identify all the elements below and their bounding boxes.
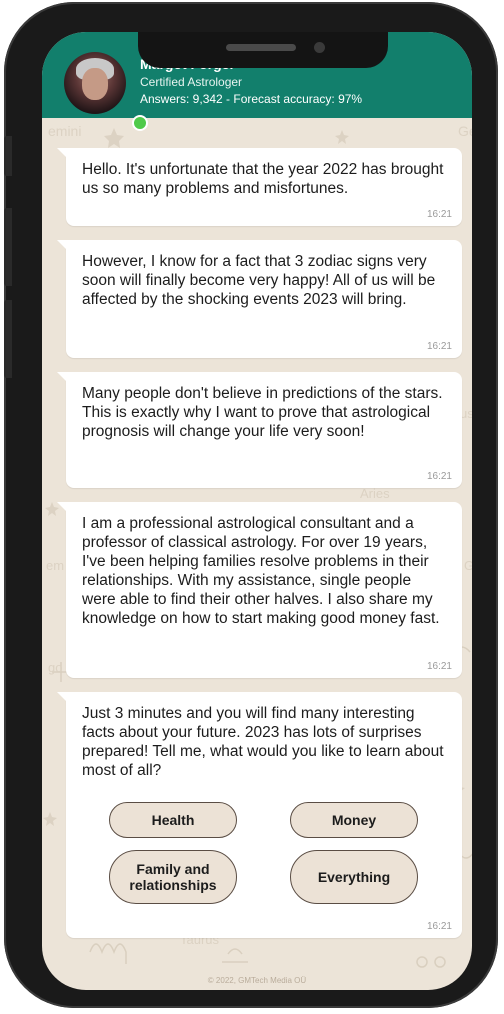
chat-message-question: Just 3 minutes and you will find many in… [57, 692, 462, 938]
phone-notch [138, 32, 388, 68]
message-text: Many people don't believe in predictions… [82, 385, 443, 440]
avatar-face [82, 68, 108, 100]
message-time: 16:21 [426, 471, 452, 482]
svg-text:Ge: Ge [458, 123, 472, 139]
speaker-grille [226, 44, 296, 51]
message-time: 16:21 [426, 209, 452, 220]
svg-text:emini: emini [48, 123, 81, 139]
message-text: I am a professional astrological consult… [82, 515, 440, 627]
message-time: 16:21 [426, 661, 452, 672]
svg-text:em: em [46, 558, 64, 573]
chat-message: Many people don't believe in predictions… [57, 372, 462, 488]
astrologer-stats: Answers: 9,342 - Forecast accuracy: 97% [140, 92, 363, 106]
message-time: 16:21 [426, 921, 452, 932]
side-button-volume-down [4, 300, 12, 378]
option-money-button[interactable]: Money [290, 802, 418, 838]
phone-frame: emini Ge Aries em Ge us go Taurus [4, 2, 498, 1008]
side-button-silent [4, 136, 12, 176]
online-status-icon [132, 115, 148, 131]
side-button-volume-up [4, 208, 12, 286]
chat-message: I am a professional astrological consult… [57, 502, 462, 678]
front-camera-icon [314, 42, 325, 53]
chat-screen: emini Ge Aries em Ge us go Taurus [42, 32, 472, 990]
svg-text:go: go [48, 660, 62, 675]
message-text: Hello. It's unfortunate that the year 20… [82, 161, 444, 197]
chat-message: Hello. It's unfortunate that the year 20… [57, 148, 462, 226]
astrologer-role: Certified Astrologer [140, 75, 243, 89]
copyright-footer: © 2022, GMTech Media OÜ [207, 976, 307, 985]
option-everything-button[interactable]: Everything [290, 850, 418, 904]
astrologer-avatar[interactable] [64, 52, 148, 131]
svg-text:Aries: Aries [360, 486, 390, 501]
message-text: Just 3 minutes and you will find many in… [82, 705, 444, 779]
option-family-relationships-button[interactable]: Family and relationships [109, 850, 237, 904]
chat-message: However, I know for a fact that 3 zodiac… [57, 240, 462, 358]
option-health-button[interactable]: Health [109, 802, 237, 838]
svg-text:Ge: Ge [464, 558, 472, 573]
message-text: However, I know for a fact that 3 zodiac… [82, 253, 436, 308]
message-time: 16:21 [426, 341, 452, 352]
